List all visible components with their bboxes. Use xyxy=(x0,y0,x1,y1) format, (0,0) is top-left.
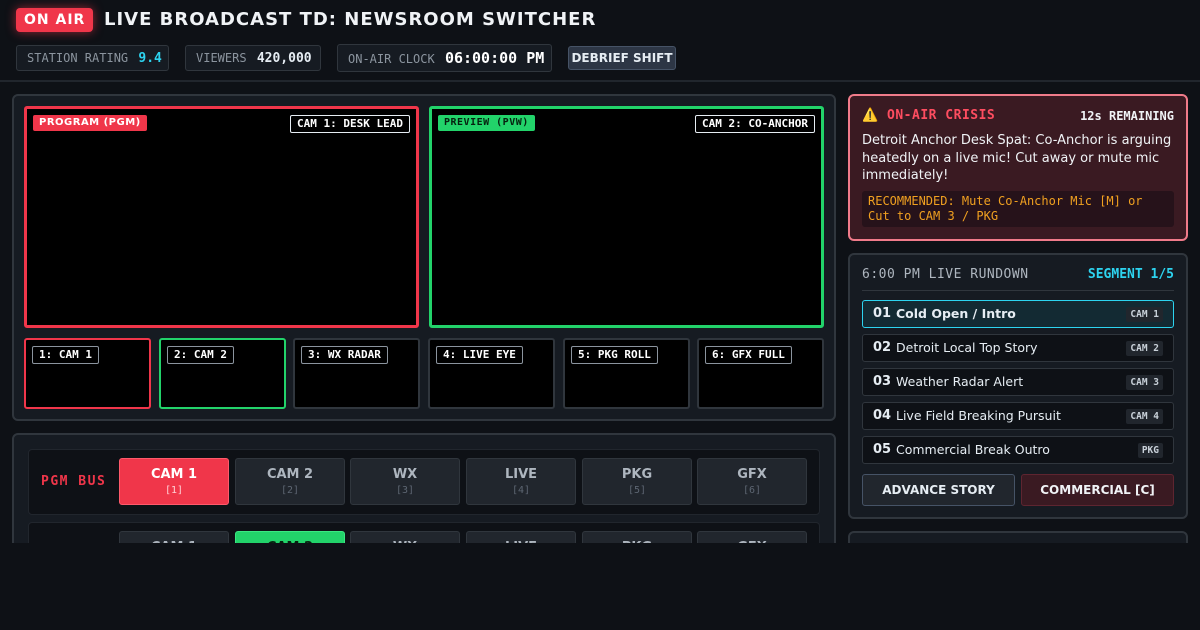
source-hotkey: [6] xyxy=(742,485,762,496)
rundown-story[interactable]: 02 Detroit Local Top Story CAM 2 xyxy=(862,334,1174,362)
rundown-divider xyxy=(862,290,1174,291)
preview-source-label: CAM 2: CO-ANCHOR xyxy=(695,115,815,133)
on-air-clock: ON-AIR CLOCK 06:00:00 PM xyxy=(337,44,552,72)
thumb-label: 2: CAM 2 xyxy=(167,346,234,364)
thumb-label: 3: WX RADAR xyxy=(301,346,388,364)
pgm-wx-button[interactable]: WX [3] xyxy=(350,458,460,505)
advance-story-button[interactable]: ADVANCE STORY xyxy=(862,474,1015,506)
rundown-story[interactable]: 04 Live Field Breaking Pursuit CAM 4 xyxy=(862,402,1174,430)
rundown-panel: 6:00 PM LIVE RUNDOWN SEGMENT 1/5 01 Cold… xyxy=(848,253,1188,519)
thumb-label: 1: CAM 1 xyxy=(32,346,99,364)
station-rating-label: STATION RATING xyxy=(27,51,129,65)
source-hotkey: [5] xyxy=(627,485,647,496)
page-title: LIVE BROADCAST TD: NEWSROOM SWITCHER xyxy=(104,9,597,30)
source-thumb-pkg-roll[interactable]: 5: PKG ROLL xyxy=(563,338,690,409)
crisis-recommendation: RECOMMENDED: Mute Co-Anchor Mic [M] or C… xyxy=(862,191,1174,227)
preview-tag: PREVIEW (PVW) xyxy=(438,115,535,131)
program-tag: PROGRAM (PGM) xyxy=(33,115,147,131)
viewers-label: VIEWERS xyxy=(196,51,247,65)
monitor-wall: PROGRAM (PGM) CAM 1: DESK LEAD PREVIEW (… xyxy=(12,94,836,421)
thumb-label: 5: PKG ROLL xyxy=(571,346,658,364)
story-name: Cold Open / Intro xyxy=(896,306,1016,321)
pgm-gfx-button[interactable]: GFX [6] xyxy=(697,458,807,505)
source-hotkey: [2] xyxy=(280,485,300,496)
story-number: 03 xyxy=(873,374,892,389)
crisis-message: Detroit Anchor Desk Spat: Co-Anchor is a… xyxy=(862,133,1172,183)
pgm-bus-label: PGM BUS xyxy=(41,474,107,489)
source-hotkey: [3] xyxy=(395,485,415,496)
viewers-stat: VIEWERS 420,000 xyxy=(185,45,321,71)
story-name: Live Field Breaking Pursuit xyxy=(896,408,1061,423)
source-thumb-live-eye[interactable]: 4: LIVE EYE xyxy=(428,338,555,409)
story-source-badge: PKG xyxy=(1137,443,1163,458)
story-name: Commercial Break Outro xyxy=(896,442,1050,457)
rundown-story-active[interactable]: 01 Cold Open / Intro CAM 1 xyxy=(862,300,1174,328)
pgm-pkg-button[interactable]: PKG [5] xyxy=(582,458,692,505)
story-source-badge: CAM 4 xyxy=(1126,409,1163,424)
thumb-label: 6: GFX FULL xyxy=(705,346,792,364)
story-number: 05 xyxy=(873,442,892,457)
story-name: Weather Radar Alert xyxy=(896,374,1024,389)
story-source-badge: CAM 2 xyxy=(1126,341,1163,356)
clock-value: 06:00:00 PM xyxy=(444,49,545,67)
crisis-title-text: ON-AIR CRISIS xyxy=(887,108,996,123)
crisis-alert-panel: ⚠️ ON-AIR CRISIS 12s REMAINING Detroit A… xyxy=(848,94,1188,241)
source-name: GFX xyxy=(737,467,767,482)
thumb-label: 4: LIVE EYE xyxy=(436,346,523,364)
pgm-bus-row: PGM BUS CAM 1 [1] CAM 2 [2] WX [3] LIVE … xyxy=(28,449,820,515)
station-rating-value: 9.4 xyxy=(138,51,162,66)
source-name: PKG xyxy=(621,467,653,482)
source-name: WX xyxy=(392,467,418,482)
rundown-story[interactable]: 05 Commercial Break Outro PKG xyxy=(862,436,1174,464)
station-rating-stat: STATION RATING 9.4 xyxy=(16,45,169,71)
viewport-cutoff xyxy=(0,543,1200,630)
crisis-timer: 12s REMAINING xyxy=(1080,109,1174,123)
story-source-badge: CAM 3 xyxy=(1126,375,1163,390)
source-name: CAM 1 xyxy=(150,467,198,482)
source-thumb-gfx-full[interactable]: 6: GFX FULL xyxy=(697,338,824,409)
story-source-badge: CAM 1 xyxy=(1126,307,1163,322)
source-name: LIVE xyxy=(504,467,538,482)
rundown-title: 6:00 PM LIVE RUNDOWN xyxy=(862,267,1029,282)
program-source-label: CAM 1: DESK LEAD xyxy=(290,115,410,133)
story-number: 01 xyxy=(873,306,892,321)
story-number: 04 xyxy=(873,408,892,423)
on-air-badge: ON AIR xyxy=(16,8,94,32)
preview-monitor: PREVIEW (PVW) CAM 2: CO-ANCHOR xyxy=(429,106,824,328)
clock-label: ON-AIR CLOCK xyxy=(348,52,435,66)
pgm-cam1-button[interactable]: CAM 1 [1] xyxy=(119,458,229,505)
segment-counter: SEGMENT 1/5 xyxy=(1087,267,1174,282)
source-hotkey: [4] xyxy=(511,485,531,496)
source-thumb-cam2[interactable]: 2: CAM 2 xyxy=(159,338,286,409)
story-number: 02 xyxy=(873,340,892,355)
source-hotkey: [1] xyxy=(164,485,184,496)
debrief-shift-button[interactable]: DEBRIEF SHIFT xyxy=(568,46,676,70)
program-monitor: PROGRAM (PGM) CAM 1: DESK LEAD xyxy=(24,106,419,328)
commercial-button[interactable]: COMMERCIAL [C] xyxy=(1021,474,1174,506)
story-name: Detroit Local Top Story xyxy=(896,340,1038,355)
source-name: CAM 2 xyxy=(266,467,314,482)
top-bar: ON AIR LIVE BROADCAST TD: NEWSROOM SWITC… xyxy=(0,0,1200,82)
source-thumb-cam1[interactable]: 1: CAM 1 xyxy=(24,338,151,409)
viewers-value: 420,000 xyxy=(256,51,312,66)
warning-icon: ⚠️ xyxy=(862,108,879,123)
crisis-title: ⚠️ ON-AIR CRISIS xyxy=(862,108,995,123)
pgm-live-button[interactable]: LIVE [4] xyxy=(466,458,576,505)
pgm-cam2-button[interactable]: CAM 2 [2] xyxy=(235,458,345,505)
rundown-story[interactable]: 03 Weather Radar Alert CAM 3 xyxy=(862,368,1174,396)
source-thumb-wx-radar[interactable]: 3: WX RADAR xyxy=(293,338,420,409)
